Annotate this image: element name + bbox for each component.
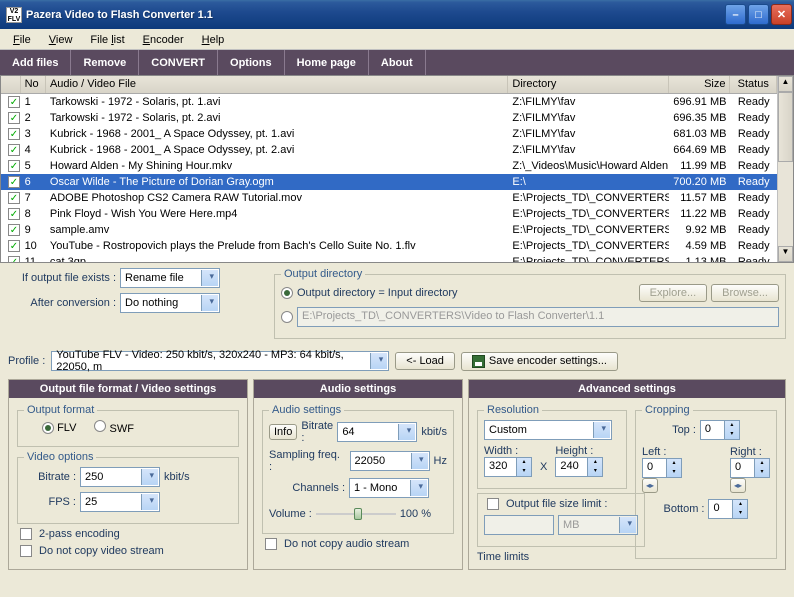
volume-slider[interactable] [316, 506, 396, 522]
add-files-button[interactable]: Add files [0, 50, 71, 75]
menu-view[interactable]: View [41, 32, 81, 46]
crop-left-sync[interactable]: ◂▸ [642, 478, 658, 493]
exists-select[interactable]: Rename file [120, 268, 220, 288]
fps-select[interactable]: 25 [80, 492, 160, 512]
channels-select[interactable]: 1 - Mono [349, 478, 429, 498]
crop-top-input[interactable]: 0 [700, 420, 740, 440]
exists-label: If output file exists : [8, 272, 116, 284]
file-list: No Audio / Video File Directory Size Sta… [0, 75, 794, 263]
table-row[interactable]: ✓2Tarkowski - 1972 - Solaris, pt. 2.aviZ… [1, 110, 777, 126]
table-row[interactable]: ✓5Howard Alden - My Shining Hour.mkvZ:\_… [1, 158, 777, 174]
info-button[interactable]: Info [269, 424, 297, 440]
menu-encoder[interactable]: Encoder [135, 32, 192, 46]
video-panel-title: Output file format / Video settings [9, 380, 247, 398]
load-profile-button[interactable]: <- Load [395, 352, 455, 370]
col-file[interactable]: Audio / Video File [46, 76, 508, 93]
row-check[interactable]: ✓ [8, 112, 20, 124]
outdir-path-input[interactable]: E:\Projects_TD\_CONVERTERS\Video to Flas… [297, 307, 779, 327]
scroll-up-icon[interactable]: ▲ [778, 76, 793, 92]
swf-radio[interactable] [94, 420, 106, 432]
row-check[interactable]: ✓ [8, 224, 20, 236]
window-title: Pazera Video to Flash Converter 1.1 [26, 9, 723, 21]
size-limit-input[interactable] [484, 515, 554, 535]
twopass-check[interactable] [20, 528, 32, 540]
options-button[interactable]: Options [218, 50, 285, 75]
app-icon: V2FLV [6, 7, 22, 23]
col-status[interactable]: Status [730, 76, 777, 93]
crop-right-sync[interactable]: ◂▸ [730, 478, 746, 493]
flv-radio[interactable] [42, 422, 54, 434]
about-button[interactable]: About [369, 50, 426, 75]
table-row[interactable]: ✓10YouTube - Rostropovich plays the Prel… [1, 238, 777, 254]
toolbar: Add files Remove CONVERT Options Home pa… [0, 50, 794, 75]
size-limit-check[interactable] [487, 498, 499, 510]
row-check[interactable]: ✓ [8, 192, 20, 204]
menubar: File View File list Encoder Help [0, 29, 794, 50]
titlebar: V2FLV Pazera Video to Flash Converter 1.… [0, 0, 794, 29]
after-label: After conversion : [8, 297, 116, 309]
maximize-button[interactable]: □ [748, 4, 769, 25]
crop-bottom-input[interactable]: 0 [708, 499, 748, 519]
audio-bitrate-select[interactable]: 64 [337, 422, 417, 442]
resolution-select[interactable]: Custom [484, 420, 612, 440]
convert-button[interactable]: CONVERT [139, 50, 218, 75]
outdir-custom-radio[interactable] [281, 311, 293, 323]
vertical-scrollbar[interactable]: ▲ ▼ [777, 76, 793, 262]
row-check[interactable]: ✓ [8, 256, 20, 262]
output-dir-group: Output directory Output directory = Inpu… [274, 268, 786, 339]
after-select[interactable]: Do nothing [120, 293, 220, 313]
table-row[interactable]: ✓3Kubrick - 1968 - 2001_ A Space Odyssey… [1, 126, 777, 142]
menu-file[interactable]: File [5, 32, 39, 46]
table-row[interactable]: ✓9sample.amvE:\Projects_TD\_CONVERTERS\_… [1, 222, 777, 238]
close-button[interactable]: ✕ [771, 4, 792, 25]
scroll-thumb[interactable] [778, 92, 793, 162]
sampling-select[interactable]: 22050 [350, 451, 430, 471]
crop-left-input[interactable]: 0 [642, 458, 682, 478]
width-input[interactable]: 320 [484, 457, 532, 477]
video-panel: Output file format / Video settings Outp… [8, 379, 248, 570]
nocopy-audio-check[interactable] [265, 538, 277, 550]
table-row[interactable]: ✓8Pink Floyd - Wish You Were Here.mp4E:\… [1, 206, 777, 222]
scroll-down-icon[interactable]: ▼ [778, 246, 793, 262]
table-row[interactable]: ✓11cat.3gpE:\Projects_TD\_CONVERTERS\_3G… [1, 254, 777, 262]
profile-label: Profile : [8, 355, 45, 367]
homepage-button[interactable]: Home page [285, 50, 369, 75]
video-bitrate-select[interactable]: 250 [80, 467, 160, 487]
browse-button[interactable]: Browse... [711, 284, 779, 302]
row-check[interactable]: ✓ [8, 128, 20, 140]
col-dir[interactable]: Directory [508, 76, 668, 93]
nocopy-video-check[interactable] [20, 545, 32, 557]
menu-help[interactable]: Help [194, 32, 233, 46]
audio-panel-title: Audio settings [254, 380, 462, 398]
table-row[interactable]: ✓6Oscar Wilde - The Picture of Dorian Gr… [1, 174, 777, 190]
row-check[interactable]: ✓ [8, 144, 20, 156]
row-check[interactable]: ✓ [8, 176, 20, 188]
floppy-icon [472, 355, 485, 368]
table-row[interactable]: ✓1Tarkowski - 1972 - Solaris, pt. 1.aviZ… [1, 94, 777, 110]
advanced-panel: Advanced settings Resolution Custom Widt… [468, 379, 786, 570]
audio-panel: Audio settings Audio settings Info Bitra… [253, 379, 463, 570]
height-input[interactable]: 240 [555, 457, 603, 477]
col-size[interactable]: Size [669, 76, 731, 93]
row-check[interactable]: ✓ [8, 160, 20, 172]
table-row[interactable]: ✓4Kubrick - 1968 - 2001_ A Space Odyssey… [1, 142, 777, 158]
outdir-same-radio[interactable] [281, 287, 293, 299]
table-header: No Audio / Video File Directory Size Sta… [1, 76, 777, 94]
row-check[interactable]: ✓ [8, 240, 20, 252]
menu-filelist[interactable]: File list [82, 32, 132, 46]
size-unit-select[interactable]: MB [558, 515, 638, 535]
row-check[interactable]: ✓ [8, 96, 20, 108]
output-dir-legend: Output directory [281, 268, 365, 280]
advanced-panel-title: Advanced settings [469, 380, 785, 398]
row-check[interactable]: ✓ [8, 208, 20, 220]
remove-button[interactable]: Remove [71, 50, 139, 75]
profile-select[interactable]: YouTube FLV - Video: 250 kbit/s, 320x240… [51, 351, 389, 371]
minimize-button[interactable]: – [725, 4, 746, 25]
save-encoder-button[interactable]: Save encoder settings... [461, 352, 618, 371]
col-no[interactable]: No [21, 76, 46, 93]
crop-right-input[interactable]: 0 [730, 458, 770, 478]
explore-button[interactable]: Explore... [639, 284, 707, 302]
table-row[interactable]: ✓7ADOBE Photoshop CS2 Camera RAW Tutoria… [1, 190, 777, 206]
